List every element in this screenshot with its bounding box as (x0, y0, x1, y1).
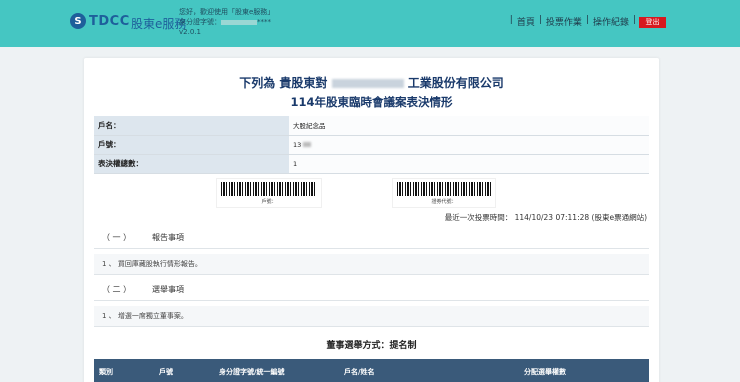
col-header-votes: 分配選舉權數 (524, 368, 566, 376)
company-name-masked (331, 79, 404, 88)
barcode-bars (221, 182, 317, 196)
section-number: （ 二 ） (102, 285, 132, 294)
section-item: 1 、 買回庫藏股執行情形報告。 (94, 254, 649, 274)
id-masked: **** (257, 18, 271, 26)
election-method-title: 董事選舉方式：提名制 (326, 341, 417, 351)
info-row: 表決權總數： 1 (94, 154, 649, 174)
info-row: 戶名： 大股紀念品 (94, 116, 649, 136)
title-prefix: 下列為 貴股東對 (239, 76, 328, 90)
top-bar: S TDCC 股東e服務 您好，歡迎使用「股東e服務」 身分證字號： **** v… (0, 0, 740, 47)
barcode-label: 證券代號： (431, 199, 457, 205)
logout-button[interactable]: 登出 (639, 17, 666, 28)
brand-name: TDCC (89, 14, 130, 29)
section-election: （ 二 ） 選舉事項 (94, 280, 649, 301)
info-row: 戶號： 13 (94, 135, 649, 155)
page-subtitle: 114年股東臨時會議案表決情形 (290, 95, 453, 109)
col-header-category: 類別 (99, 368, 113, 376)
last-vote-time: 最近一次投票時間： 114/10/23 07:11:28 (股東e票通網站) (444, 213, 647, 222)
id-line: 身分證字號： **** (179, 17, 274, 27)
info-value: 1 (289, 154, 649, 174)
greeting-text: 您好，歡迎使用「股東e服務」 (179, 8, 275, 16)
col-header-id: 身分證字號/統一編號 (219, 368, 285, 376)
user-greeting: 您好，歡迎使用「股東e服務」 身分證字號： **** v2.0.1 (179, 7, 274, 37)
account-barcode: 戶號： (216, 178, 322, 208)
account-mask (303, 142, 312, 147)
election-table-header: 類別 戶號 身分證字號/統一編號 戶名/姓名 分配選舉權數 (94, 359, 649, 382)
section-number: （ 一 ） (102, 233, 132, 242)
info-label: 戶號： (94, 135, 289, 155)
section-report-item: 1 、 買回庫藏股執行情形報告。 (94, 254, 649, 275)
version: v2.0.1 (179, 28, 201, 36)
barcode-label: 戶號： (261, 199, 277, 205)
section-title: 報告事項 (152, 233, 184, 242)
info-label: 表決權總數： (94, 154, 289, 174)
nav-voting[interactable]: 投票作業 (546, 15, 582, 28)
col-header-name: 戶名/姓名 (344, 368, 375, 376)
stock-code-barcode: 證券代號： (392, 178, 496, 208)
tdcc-logo-icon: S (70, 13, 86, 29)
section-header: （ 二 ） 選舉事項 (94, 280, 649, 300)
result-card: 下列為 貴股東對 工業股份有限公司 114年股東臨時會議案表決情形 戶名： 大股… (84, 58, 659, 382)
info-label: 戶名： (94, 116, 289, 136)
shareholder-info-table: 戶名： 大股紀念品 戶號： 13 表決權總數： 1 (94, 116, 649, 174)
top-nav: | 首頁 | 投票作業 | 操作紀錄 | (509, 15, 636, 28)
title-suffix: 工業股份有限公司 (407, 76, 504, 90)
info-value: 13 (293, 140, 302, 149)
nav-history[interactable]: 操作紀錄 (593, 15, 629, 28)
section-header: （ 一 ） 報告事項 (94, 228, 649, 248)
section-election-item: 1 、 增選一席獨立董事案。 (94, 306, 649, 327)
nav-home[interactable]: 首頁 (517, 15, 535, 28)
info-value-cell: 13 (289, 135, 649, 155)
page-title: 下列為 貴股東對 工業股份有限公司 (84, 74, 659, 91)
id-label: 身分證字號： (179, 18, 221, 26)
col-header-account: 戶號 (159, 368, 173, 376)
id-mask (221, 19, 257, 25)
info-value: 大股紀念品 (289, 116, 649, 136)
section-report: （ 一 ） 報告事項 (94, 228, 649, 249)
section-item: 1 、 增選一席獨立董事案。 (94, 306, 649, 326)
barcode-bars (397, 182, 491, 196)
section-title: 選舉事項 (152, 285, 184, 294)
